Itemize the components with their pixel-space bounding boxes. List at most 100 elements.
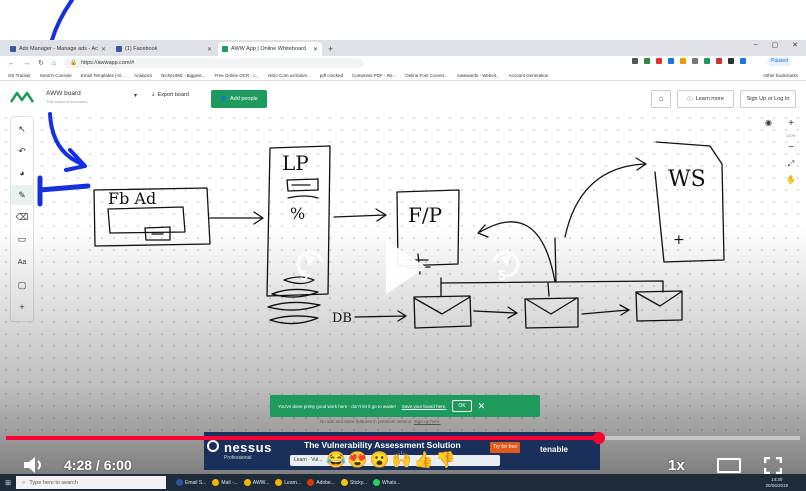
aww-logo <box>10 91 34 103</box>
duration: 6:00 <box>103 457 132 473</box>
close-window-button[interactable]: ✕ <box>792 41 798 49</box>
windows-start-icon[interactable]: ⊞ <box>0 479 16 487</box>
time-display: 4:28 / 6:00 <box>64 457 132 473</box>
taskbar-search-placeholder: Type here to search <box>29 479 78 486</box>
taskbar-app-label: Adobe... <box>316 479 335 486</box>
video-progress-bar[interactable] <box>6 432 800 444</box>
other-bookmarks[interactable]: Other bookmarks <box>763 73 798 78</box>
whiteboard-app: AWW board This board is not saved ▾ ⤓ Ex… <box>0 82 806 437</box>
taskbar-app-label: Learn... <box>284 479 302 486</box>
tab-label: (1) Facebook <box>125 46 158 52</box>
close-tab-icon[interactable]: ✕ <box>207 46 212 53</box>
toast-ok-button[interactable]: OK <box>452 400 472 412</box>
board-menu-chevron-down-icon[interactable]: ▾ <box>134 92 137 99</box>
taskbar-app[interactable]: AWW... <box>243 479 270 486</box>
maximize-button[interactable]: ▢ <box>772 41 779 49</box>
profile-paused-badge[interactable]: Paused <box>767 57 792 66</box>
bookmark-item[interactable]: pdf cracked <box>320 73 343 78</box>
taskbar-search[interactable]: ○ Type here to search <box>16 476 166 489</box>
progress-scrubber-handle[interactable] <box>592 432 605 444</box>
extension-icon[interactable] <box>740 58 746 64</box>
extension-icon[interactable] <box>632 58 638 64</box>
signup-login-button[interactable]: Sign Up or Log In <box>740 90 796 108</box>
taskbar-app-label: Whats... <box>382 479 401 486</box>
bookmark-item[interactable]: Online Font Conver... <box>405 73 448 78</box>
new-tab-button[interactable]: + <box>328 42 333 56</box>
bookmark-item[interactable]: NicheUMS - Biggest... <box>161 73 205 78</box>
bookmark-item[interactable]: Analytics <box>134 73 152 78</box>
taskbar-app-label: Mail -... <box>221 479 238 486</box>
playback-speed-button[interactable]: 1x <box>668 457 685 474</box>
taskbar-app-label: AWW... <box>252 479 270 486</box>
browser-tab[interactable]: (1) Facebook ✕ <box>112 42 216 56</box>
theater-mode-icon[interactable] <box>717 458 741 473</box>
app-icon <box>176 479 183 486</box>
toast-close-icon[interactable]: ✕ <box>478 401 486 412</box>
save-board-toast: You've done pretty good work here - don'… <box>270 395 540 417</box>
back-icon[interactable]: ← <box>8 60 15 67</box>
extension-icon[interactable] <box>680 58 686 64</box>
tab-favicon-icon <box>222 46 228 52</box>
taskbar-app[interactable]: Adobe... <box>307 479 335 486</box>
extension-icon[interactable] <box>692 58 698 64</box>
browser-tab-active[interactable]: AWW App | Online Whiteboard ✕ <box>218 42 322 56</box>
volume-icon[interactable] <box>22 455 48 475</box>
reload-icon[interactable]: ↻ <box>38 59 44 67</box>
bookmark-item[interactable]: GE Tracker <box>8 73 31 78</box>
minimize-button[interactable]: – <box>754 41 758 49</box>
close-tab-icon[interactable]: ✕ <box>313 46 318 53</box>
arrow-fb-to-lp <box>209 211 264 225</box>
url-field[interactable]: 🔒 https://awwapp.com/# <box>64 58 365 68</box>
home-button[interactable]: ⌂ <box>651 90 671 108</box>
taskbar-app[interactable]: Email S... <box>176 479 206 486</box>
system-clock[interactable]: 14:30 20/06/2019 <box>765 477 788 489</box>
taskbar-app[interactable]: Learn... <box>275 479 301 486</box>
bookmark-item[interactable]: Nitro Com.us/Solve... <box>268 73 311 78</box>
extension-icon[interactable] <box>668 58 674 64</box>
search-icon: ○ <box>22 479 26 486</box>
board-name[interactable]: AWW board <box>46 90 81 97</box>
toast-save-link[interactable]: Save your board here. <box>402 404 447 409</box>
bookmark-item[interactable]: Search Console <box>40 73 72 78</box>
envelope-3 <box>635 290 683 322</box>
bookmark-item[interactable]: Awwwards - Websit... <box>457 73 500 78</box>
taskbar-app[interactable]: Sticky... <box>340 479 368 486</box>
tab-label: AWW App | Online Whiteboard <box>231 46 306 52</box>
envelope-2 <box>524 297 579 329</box>
add-people-button[interactable]: 👤 Add people <box>211 90 267 108</box>
extension-icon[interactable] <box>704 58 710 64</box>
premium-signup-link[interactable]: Sign up here. <box>414 419 441 424</box>
taskbar-app-label: Sticky... <box>349 479 368 486</box>
taskbar-app[interactable]: Whats... <box>373 479 400 486</box>
extension-icons <box>632 58 746 64</box>
browser-tab[interactable]: Ads Manager - Manage ads - Ac ✕ <box>6 42 110 56</box>
bookmark-item[interactable]: Email Templates | Kl... <box>81 73 125 78</box>
sketch-label-plus: + <box>673 232 685 248</box>
download-icon: ⤓ <box>152 91 155 97</box>
sketch-label-fb-ad: Fb Ad <box>108 189 156 208</box>
close-tab-icon[interactable]: ✕ <box>101 46 106 53</box>
home-icon[interactable]: ⌂ <box>52 60 56 67</box>
extension-icon[interactable] <box>656 58 662 64</box>
bookmark-item[interactable]: Compress PDF - Re... <box>352 73 396 78</box>
annotation-bracket <box>37 175 91 207</box>
bookmark-item[interactable]: Free Online OCR - c... <box>214 73 259 78</box>
fullscreen-icon[interactable] <box>764 457 782 474</box>
bookmark-item[interactable]: Account Generation <box>509 73 549 78</box>
forward-icon[interactable]: → <box>23 60 30 67</box>
extension-icon[interactable] <box>716 58 722 64</box>
arrow-return-to-fp <box>477 221 556 283</box>
arrow-to-ws <box>564 157 647 238</box>
arrow-lp-to-fp <box>333 208 387 222</box>
browser-tab-bar: Ads Manager - Manage ads - Ac ✕ (1) Face… <box>0 40 806 56</box>
learn-more-button[interactable]: ⓘ Learn more <box>677 90 734 108</box>
export-board-button[interactable]: ⤓ Export board <box>152 91 189 98</box>
extension-icon[interactable] <box>728 58 734 64</box>
taskbar-app[interactable]: Mail -... <box>212 479 238 486</box>
extension-icon[interactable] <box>644 58 650 64</box>
current-time: 4:28 <box>64 457 93 473</box>
app-icon <box>373 479 381 486</box>
tab-favicon-icon <box>116 46 122 52</box>
info-icon: ⓘ <box>687 97 693 103</box>
window-controls: – ▢ ✕ <box>754 41 798 49</box>
